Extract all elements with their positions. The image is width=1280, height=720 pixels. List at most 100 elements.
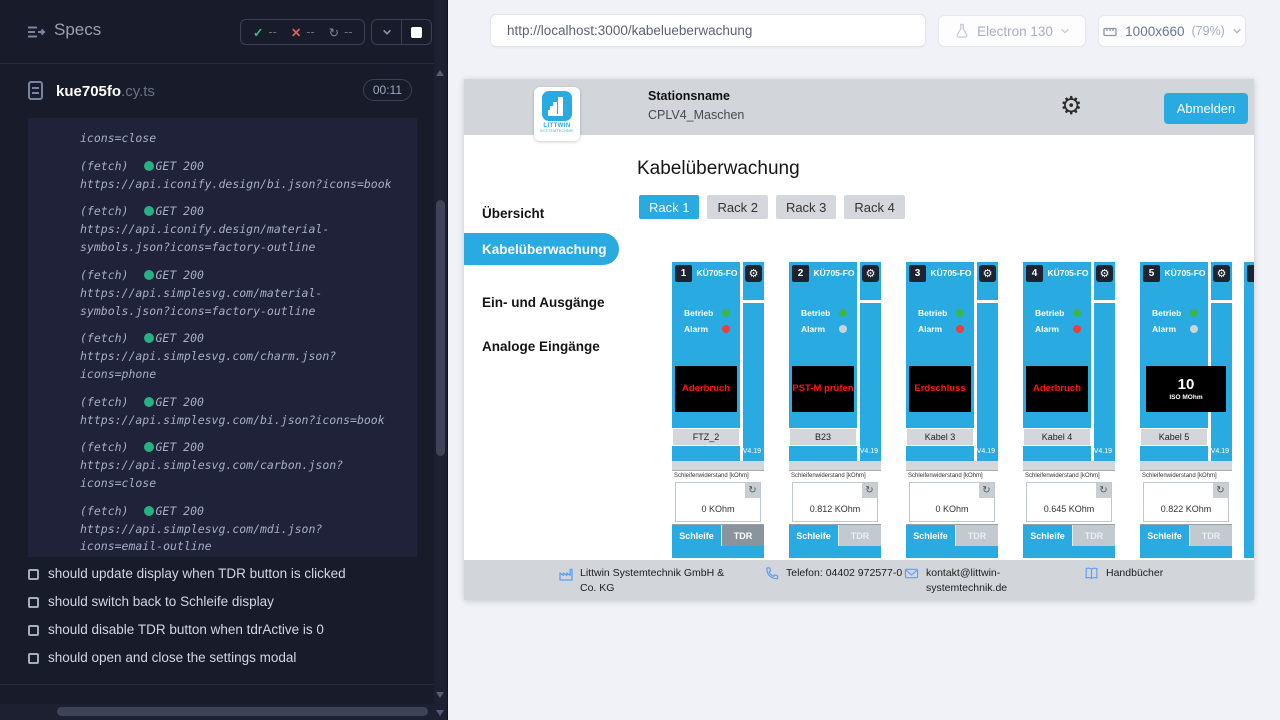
gear-icon[interactable]: ⚙ — [862, 265, 879, 282]
card-buttons: SchleifeTDR — [1140, 525, 1232, 546]
vertical-scrollbar[interactable] — [434, 0, 447, 720]
alarm-row: Alarm — [918, 324, 964, 334]
spec-timer-badge: 00:11 — [363, 79, 412, 101]
betrieb-led — [839, 309, 847, 317]
scroll-up-arrow[interactable] — [436, 70, 444, 76]
divider — [743, 300, 764, 303]
schleife-button[interactable]: Schleife — [1140, 525, 1190, 546]
command-log[interactable]: icons=close(fetch)GET 200https://api.ico… — [28, 118, 417, 557]
tdr-button[interactable]: TDR — [1190, 525, 1232, 546]
resistance-value: 0.822 KOhm — [1144, 504, 1228, 514]
device-cards-row: 1KÜ705-FO⚙BetriebAlarmAderbruchFTZ_2V4.1… — [672, 262, 1254, 560]
betrieb-led — [1190, 309, 1198, 317]
spec-file-row[interactable]: kue705fo.cy.ts 00:11 — [0, 64, 434, 118]
app-footer: Littwin Systemtechnik GmbH & Co. KGTelef… — [464, 560, 1254, 600]
schleife-button[interactable]: Schleife — [789, 525, 839, 546]
card-number-badge: 2 — [792, 265, 809, 282]
log-request-line: (fetch)GET 200 — [80, 203, 403, 221]
betrieb-label: Betrieb — [801, 308, 834, 318]
log-entry[interactable]: (fetch)GET 200https://api.simplesvg.com/… — [80, 439, 403, 492]
log-request-line: (fetch)GET 200 — [80, 439, 403, 457]
refresh-icon[interactable]: ↻ — [745, 483, 760, 498]
firmware-version: V4.19 — [1211, 448, 1229, 455]
gear-icon[interactable]: ⚙ — [979, 265, 996, 282]
nav-item-übersicht[interactable]: Übersicht — [464, 197, 619, 229]
horizontal-scroll-thumb[interactable] — [57, 707, 428, 716]
nav-item-ein-und-ausgänge[interactable]: Ein- und Ausgänge — [464, 286, 619, 318]
viewport-selector[interactable]: 1000x660 (79%) — [1098, 15, 1246, 47]
tdr-button[interactable]: TDR — [722, 525, 764, 546]
resistance-value: 0.812 KOhm — [793, 504, 877, 514]
method-status: GET 200 — [155, 440, 203, 454]
schleife-button[interactable]: Schleife — [906, 525, 956, 546]
test-item[interactable]: should switch back to Schleife display — [28, 594, 418, 609]
tab-rack-3[interactable]: Rack 3 — [776, 195, 836, 219]
log-entry[interactable]: (fetch)GET 200https://api.simplesvg.com/… — [80, 503, 403, 556]
specs-menu-icon[interactable] — [26, 22, 46, 42]
device-card: 5KÜ705-FO⚙BetriebAlarm10ISO MOhmKabel 5V… — [1140, 262, 1232, 558]
browser-selector[interactable]: Electron 130 — [938, 15, 1086, 47]
logout-button[interactable]: Abmelden — [1164, 93, 1248, 124]
method-status: GET 200 — [155, 159, 203, 173]
tab-rack-1[interactable]: Rack 1 — [639, 195, 699, 219]
stop-button[interactable] — [402, 20, 431, 44]
log-url: https://api.simplesvg.com/carbon.json?ic… — [80, 457, 403, 493]
test-state-icon — [28, 597, 39, 608]
scroll-down-arrow[interactable] — [436, 692, 444, 698]
card-number-badge: 5 — [1143, 265, 1160, 282]
horizontal-scrollbar[interactable] — [0, 704, 434, 720]
refresh-icon[interactable]: ↻ — [979, 483, 994, 498]
cable-name-label: FTZ_2 — [672, 428, 740, 446]
alarm-row: Alarm — [684, 324, 730, 334]
nav-item-kabelüberwachung[interactable]: Kabelüberwachung — [464, 233, 619, 265]
cable-name-label: Kabel 3 — [906, 428, 974, 446]
card-number-badge — [1247, 265, 1254, 282]
display-value: 10 — [1178, 377, 1195, 394]
tdr-button[interactable]: TDR — [839, 525, 881, 546]
test-item[interactable]: should open and close the settings modal — [28, 650, 418, 665]
refresh-icon[interactable]: ↻ — [1096, 483, 1111, 498]
test-item[interactable]: should update display when TDR button is… — [28, 566, 418, 581]
tdr-button[interactable]: TDR — [956, 525, 998, 546]
refresh-icon[interactable]: ↻ — [862, 483, 877, 498]
log-entry[interactable]: (fetch)GET 200https://api.iconify.design… — [80, 203, 403, 256]
settings-gear-icon[interactable]: ⚙ — [1060, 91, 1082, 121]
status-dot-icon — [144, 161, 154, 171]
schleife-button[interactable]: Schleife — [1023, 525, 1073, 546]
alarm-row: Alarm — [1152, 324, 1198, 334]
tab-rack-4[interactable]: Rack 4 — [844, 195, 904, 219]
gear-icon[interactable]: ⚙ — [1096, 265, 1113, 282]
betrieb-row: Betrieb — [1152, 308, 1198, 318]
divider — [1140, 461, 1232, 470]
gear-icon[interactable]: ⚙ — [745, 265, 762, 282]
tdr-button[interactable]: TDR — [1073, 525, 1115, 546]
browser-top-bar: Electron 130 1000x660 (79%) — [448, 0, 1280, 60]
vertical-scroll-thumb[interactable] — [436, 200, 445, 456]
card-model-label: KÜ705-FO — [928, 268, 974, 278]
tab-rack-2[interactable]: Rack 2 — [707, 195, 767, 219]
betrieb-row: Betrieb — [918, 308, 964, 318]
card-buttons: SchleifeTDR — [789, 525, 881, 546]
refresh-icon[interactable]: ↻ — [1213, 483, 1228, 498]
status-display: Aderbruch — [675, 366, 737, 412]
method-status: GET 200 — [155, 395, 203, 409]
status-dot-icon — [144, 333, 154, 343]
schleife-button[interactable]: Schleife — [672, 525, 722, 546]
test-item[interactable]: should disable TDR button when tdrActive… — [28, 622, 418, 637]
card-model-label: KÜ705-FO — [694, 268, 740, 278]
nav-item-analoge-eingänge[interactable]: Analoge Eingänge — [464, 330, 619, 362]
log-entry[interactable]: (fetch)GET 200https://api.simplesvg.com/… — [80, 394, 403, 430]
collapse-button[interactable] — [372, 20, 401, 44]
log-entry[interactable]: (fetch)GET 200https://api.simplesvg.com/… — [80, 267, 403, 320]
alarm-led — [839, 325, 847, 333]
gear-icon[interactable]: ⚙ — [1213, 265, 1230, 282]
check-icon: ✓ — [253, 25, 263, 40]
log-request-line: (fetch)GET 200 — [80, 158, 403, 176]
scroll-corner-arrow[interactable] — [436, 710, 444, 716]
divider — [0, 684, 434, 685]
flask-icon — [954, 23, 970, 39]
divider — [906, 461, 998, 470]
log-entry[interactable]: (fetch)GET 200https://api.simplesvg.com/… — [80, 330, 403, 383]
log-entry[interactable]: (fetch)GET 200https://api.iconify.design… — [80, 158, 403, 194]
url-input[interactable] — [490, 14, 926, 47]
